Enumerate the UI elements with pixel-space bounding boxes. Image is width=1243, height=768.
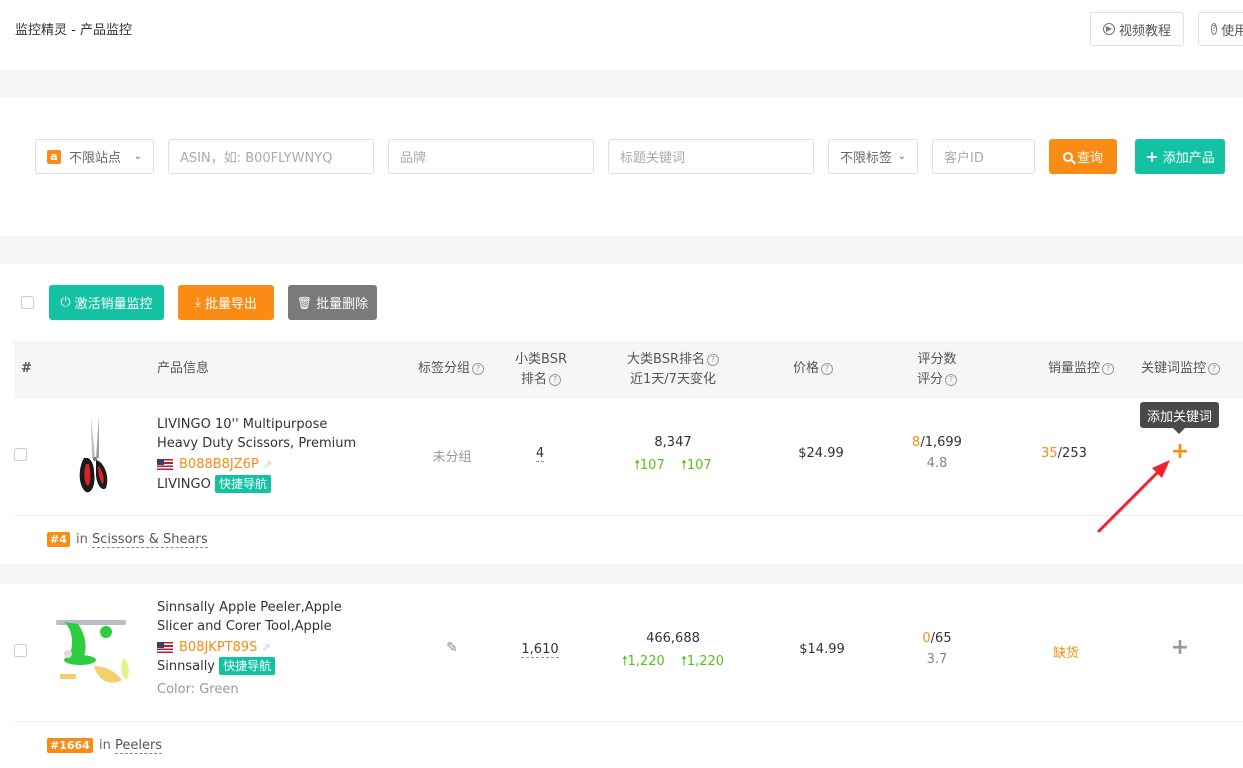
download-icon: ⤓	[195, 295, 201, 310]
product-image	[56, 620, 129, 683]
select-all-checkbox[interactable]	[21, 296, 34, 309]
product-color: Color: Green	[157, 682, 239, 697]
column-rating: 评分数 评分?	[916, 352, 957, 387]
sub-bsr-value[interactable]: 1,610	[515, 642, 565, 658]
rating-value: 3.7	[926, 652, 948, 667]
page-title: 监控精灵 - 产品监控	[15, 23, 132, 38]
product-title[interactable]: Slicer and Corer Tool,Apple	[157, 617, 332, 636]
video-tutorial-button[interactable]: ▶ 视频教程	[1090, 12, 1184, 46]
page-header: 监控精灵 - 产品监控 ▶ 视频教程 ? 使用	[0, 0, 1243, 70]
product-title[interactable]: LIVINGO 10'' Multipurpose	[157, 415, 327, 434]
column-sub-bsr: 小类BSR 排名?	[515, 352, 567, 387]
asin-line: B08JKPT89S ⇗	[157, 638, 271, 657]
tag-select[interactable]: 不限标签 ⌄	[828, 139, 918, 174]
quick-nav-tag[interactable]: 快捷导航	[214, 475, 271, 493]
rating-count: 8/1,699	[912, 435, 962, 450]
brand-input[interactable]: 品牌	[388, 139, 594, 174]
brand-name: LIVINGO	[157, 477, 211, 492]
asin-line: B088B8JZ6P ⇗	[157, 455, 272, 474]
product-title[interactable]: Heavy Duty Scissors, Premium	[157, 434, 356, 453]
batch-export-button[interactable]: ⤓ 批量导出	[178, 285, 274, 320]
brand-name: Sinnsally	[157, 659, 215, 674]
help-icon: ?	[1211, 23, 1218, 35]
edit-pencil-icon[interactable]: ✎	[440, 640, 464, 656]
asin-link[interactable]: B08JKPT89S	[179, 640, 257, 655]
amazon-icon: a	[47, 149, 61, 164]
annotation-arrow	[1097, 460, 1170, 533]
help-icon: ?	[549, 373, 561, 386]
category-link[interactable]: Scissors & Shears	[92, 532, 208, 548]
usage-button[interactable]: ? 使用	[1198, 12, 1243, 46]
rank-badge: #4	[47, 532, 70, 547]
query-button[interactable]: 查询	[1049, 139, 1117, 174]
category-link[interactable]: Peelers	[114, 738, 163, 754]
table-row: LIVINGO 10'' Multipurpose Heavy Duty Sci…	[14, 399, 1243, 564]
external-link-icon[interactable]: ⇗	[262, 641, 271, 654]
column-main-bsr: 大类BSR排名? 近1天/7天变化	[608, 350, 738, 390]
bsr-change: 🠕107 🠕107	[634, 458, 712, 473]
row-checkbox[interactable]	[14, 448, 27, 461]
divider	[14, 515, 1243, 516]
help-icon: ?	[706, 353, 719, 366]
column-index: #	[21, 361, 32, 376]
help-icon: ?	[1208, 362, 1221, 375]
quick-nav-tag[interactable]: 快捷导航	[219, 657, 276, 675]
help-icon: ?	[1102, 362, 1115, 375]
asin-input[interactable]: ASIN，如: B00FLYWNYQ	[168, 139, 374, 174]
add-keyword-button[interactable]: +	[1168, 636, 1192, 660]
customer-id-input[interactable]: 客户ID	[932, 139, 1035, 174]
us-flag-icon	[157, 642, 173, 653]
us-flag-icon	[157, 459, 173, 470]
tag-group-value[interactable]: 未分组	[422, 446, 482, 465]
column-keyword: 关键词监控?	[1141, 359, 1221, 379]
help-icon: ?	[472, 362, 485, 375]
product-image	[79, 416, 108, 493]
chevron-down-icon: ⌄	[133, 151, 142, 162]
activate-sales-monitor-button[interactable]: ⏻ 激活销量监控	[49, 285, 164, 320]
row-checkbox[interactable]	[14, 644, 27, 657]
brand-line: LIVINGO 快捷导航	[157, 475, 271, 494]
chevron-down-icon: ⌄	[897, 151, 906, 162]
help-icon: ?	[945, 373, 957, 386]
search-icon	[1062, 151, 1076, 164]
separator-band	[0, 564, 1243, 584]
add-product-button[interactable]: + 添加产品	[1135, 139, 1225, 174]
trash-icon: 🗑	[296, 295, 313, 310]
main-bsr-value: 466,688	[646, 631, 700, 646]
rating-count: 0/65	[922, 631, 952, 646]
column-product: 产品信息	[157, 361, 210, 376]
rank-badge: #1664	[47, 738, 93, 753]
separator-band	[0, 236, 1243, 264]
column-price: 价格?	[793, 359, 834, 379]
sales-status: 缺货	[1052, 646, 1079, 661]
main-bsr-value: 8,347	[654, 435, 692, 450]
bsr-change: 🠕1,220 🠕1,220	[621, 654, 725, 669]
category-rank: #4 in Scissors & Shears	[47, 530, 208, 549]
column-tag-group: 标签分组?	[418, 359, 485, 379]
asin-link[interactable]: B088B8JZ6P	[179, 457, 259, 472]
table-row: Sinnsally Apple Peeler,Apple Slicer and …	[14, 584, 1243, 768]
column-sales: 销量监控?	[1048, 359, 1115, 379]
title-keyword-input[interactable]: 标题关键词	[608, 139, 814, 174]
add-keyword-tooltip: 添加关键词	[1140, 402, 1219, 434]
power-icon: ⏻	[60, 295, 71, 310]
site-select[interactable]: a 不限站点 ⌄	[35, 139, 154, 174]
sub-bsr-value[interactable]: 4	[520, 446, 560, 462]
external-link-icon[interactable]: ⇗	[263, 458, 272, 471]
price-value: $24.99	[798, 446, 844, 461]
divider	[14, 721, 1243, 722]
rating-value: 4.8	[926, 456, 948, 471]
play-icon: ▶	[1103, 23, 1115, 35]
category-rank: #1664 in Peelers	[47, 736, 163, 755]
price-value: $14.99	[799, 642, 845, 657]
help-icon: ?	[821, 362, 834, 375]
plus-icon: +	[1145, 147, 1159, 166]
product-title[interactable]: Sinnsally Apple Peeler,Apple	[157, 598, 342, 617]
batch-delete-button[interactable]: 🗑 批量删除	[288, 285, 377, 320]
separator-band	[0, 70, 1243, 97]
brand-line: Sinnsally 快捷导航	[157, 657, 276, 676]
